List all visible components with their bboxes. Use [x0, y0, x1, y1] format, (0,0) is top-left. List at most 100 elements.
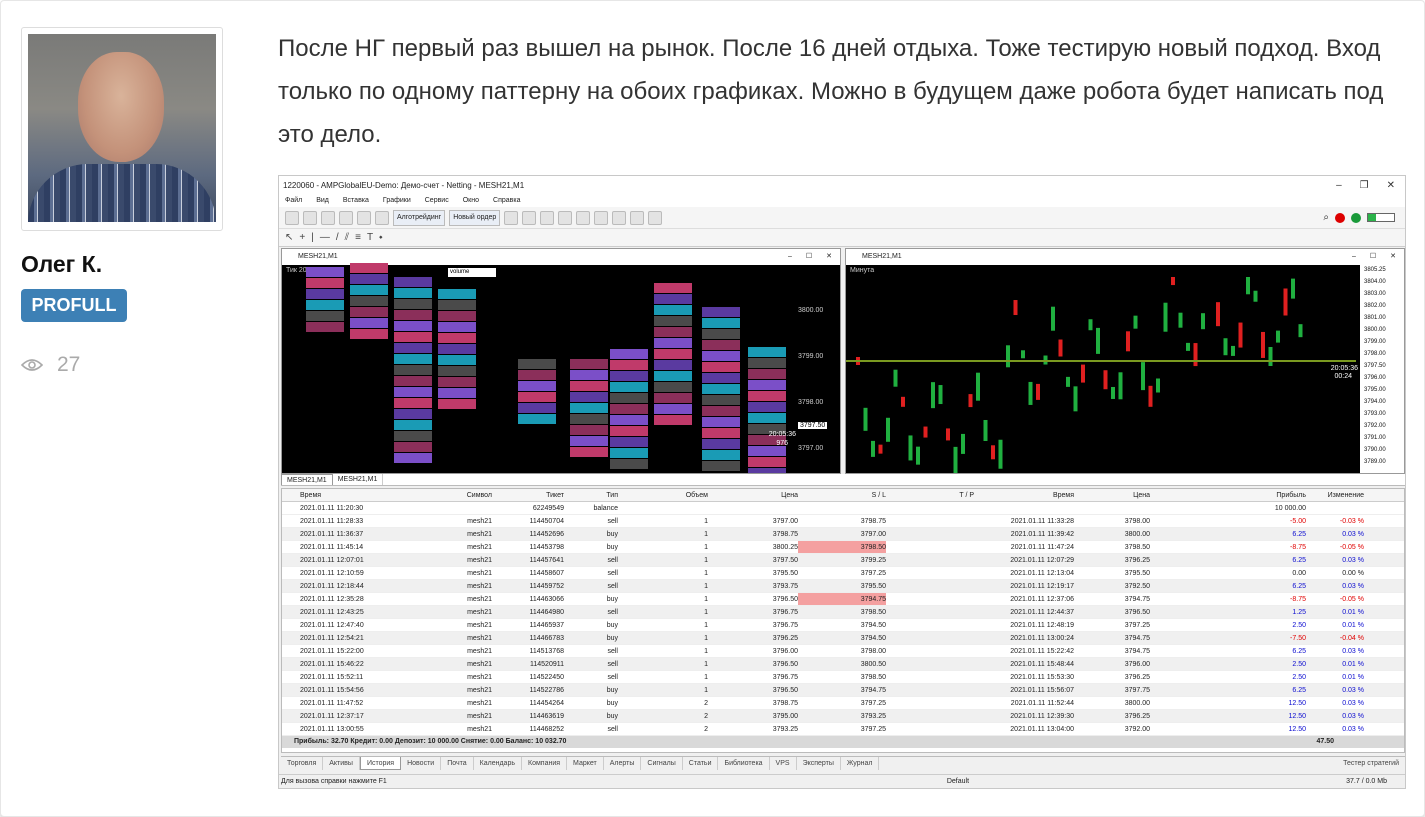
tab-library[interactable]: Библиотека — [718, 757, 770, 770]
volume-select[interactable]: volume — [448, 268, 496, 277]
table-row[interactable]: 2021.01.11 12:37:17 mesh21 114463619 buy 2 37… — [282, 710, 1404, 723]
tab-news[interactable]: Новости — [401, 757, 442, 770]
menu-service[interactable]: Сервис — [425, 194, 449, 207]
chart-tab[interactable]: MESH21,M1 — [333, 474, 384, 485]
bars-icon[interactable] — [504, 210, 519, 225]
crosshair-icon[interactable]: + — [299, 232, 305, 243]
col-price[interactable]: Цена — [708, 489, 798, 501]
vline-icon[interactable]: | — [311, 232, 314, 243]
chart-tab[interactable]: MESH21,M1 — [281, 474, 333, 485]
table-row[interactable]: 2021.01.11 15:46:22 mesh21 114520911 sell 1 3… — [282, 658, 1404, 671]
menu-help[interactable]: Справка — [493, 194, 520, 207]
tab-assets[interactable]: Активы — [323, 757, 360, 770]
table-row[interactable]: 2021.01.11 12:18:44 mesh21 114459752 sell 1 3… — [282, 580, 1404, 593]
template-icon[interactable] — [648, 210, 663, 225]
maximize-icon[interactable]: ☐ — [806, 249, 812, 265]
cursor-icon[interactable]: ↖ — [285, 232, 293, 243]
minimize-icon[interactable]: – — [1352, 249, 1356, 265]
tab-alerts[interactable]: Алерты — [604, 757, 642, 770]
table-row[interactable]: 2021.01.11 15:22:00 mesh21 114513768 sell 1 3… — [282, 645, 1404, 658]
col-time[interactable]: Время — [282, 489, 392, 501]
line-icon[interactable] — [540, 210, 555, 225]
table-row[interactable]: 2021.01.11 12:47:40 mesh21 114465937 buy 1 37… — [282, 619, 1404, 632]
col-symbol[interactable]: Символ — [392, 489, 492, 501]
grid-icon[interactable] — [594, 210, 609, 225]
table-row[interactable]: 2021.01.11 15:54:56 mesh21 114522786 buy 1 37… — [282, 684, 1404, 697]
table-row[interactable]: 2021.01.11 11:36:37 mesh21 114452696 buy 1 37… — [282, 528, 1404, 541]
avatar-frame[interactable] — [21, 27, 223, 231]
signals-icon[interactable] — [375, 210, 389, 225]
menu-view[interactable]: Вид — [316, 194, 329, 207]
col-ticket[interactable]: Тикет — [492, 489, 564, 501]
navigator-icon[interactable] — [357, 210, 371, 225]
table-row[interactable]: 2021.01.11 12:43:25 mesh21 114464980 sell 1 3… — [282, 606, 1404, 619]
avatar[interactable] — [28, 34, 216, 222]
shift-icon[interactable] — [630, 210, 645, 225]
minimize-icon[interactable]: – — [788, 249, 792, 265]
chart-left[interactable]: MESH21,M1– ☐ ✕ Тик 2000 volume 3800.00 379… — [281, 248, 841, 474]
cell: -5.00 — [1290, 518, 1306, 525]
table-row[interactable]: 2021.01.11 12:07:01 mesh21 114457641 sell 1 3… — [282, 554, 1404, 567]
new-chart-icon[interactable] — [285, 210, 299, 225]
text-icon[interactable]: T — [367, 232, 373, 243]
tab-signals[interactable]: Сигналы — [641, 757, 683, 770]
channel-icon[interactable]: ⫽ — [345, 232, 349, 243]
table-row[interactable]: 2021.01.11 15:52:11 mesh21 114522450 sell 1 3… — [282, 671, 1404, 684]
tab-vps[interactable]: VPS — [770, 757, 797, 770]
cell: 0.03 % — [1342, 583, 1364, 590]
col-tp[interactable]: T / P — [886, 489, 974, 501]
tab-journal[interactable]: Журнал — [841, 757, 880, 770]
strategy-tester-button[interactable]: Тестер стратегий — [1337, 757, 1405, 770]
table-row-balance[interactable]: 2021.01.11 11:20:30 62249549 balance 10 … — [282, 502, 1404, 515]
hline-icon[interactable]: — — [320, 232, 330, 243]
table-row[interactable]: 2021.01.11 12:10:59 mesh21 114458607 sell 1 3… — [282, 567, 1404, 580]
col-sl[interactable]: S / L — [798, 489, 886, 501]
close-icon[interactable]: ✕ — [1390, 249, 1396, 265]
fibo-icon[interactable]: ≡ — [355, 232, 361, 243]
username[interactable]: Олег К. — [21, 251, 102, 278]
algotrading-button[interactable]: Алготрейдинг — [393, 209, 446, 226]
col-type[interactable]: Тип — [564, 489, 618, 501]
folder-icon[interactable] — [321, 210, 335, 225]
autoscroll-icon[interactable] — [612, 210, 627, 225]
tab-calendar[interactable]: Календарь — [474, 757, 522, 770]
col-profit[interactable]: Прибыль — [1150, 489, 1306, 501]
tab-trade[interactable]: Торговля — [281, 757, 324, 770]
trendline-icon[interactable]: / — [336, 232, 339, 243]
table-row[interactable]: 2021.01.11 12:35:28 mesh21 114463066 buy 1 37… — [282, 593, 1404, 606]
restore-icon[interactable]: ❐ — [1360, 180, 1369, 191]
market-icon[interactable] — [339, 210, 353, 225]
minimize-icon[interactable]: – — [1336, 180, 1342, 191]
col-change[interactable]: Изменение — [1306, 489, 1368, 501]
maximize-icon[interactable]: ☐ — [1370, 249, 1376, 265]
tab-experts[interactable]: Эксперты — [797, 757, 841, 770]
menu-window[interactable]: Окно — [463, 194, 479, 207]
zoom-in-icon[interactable] — [558, 210, 573, 225]
candles-icon[interactable] — [522, 210, 537, 225]
tab-history[interactable]: История — [359, 757, 402, 770]
table-row[interactable]: 2021.01.11 11:45:14 mesh21 114453798 buy 1 38… — [282, 541, 1404, 554]
chart-right[interactable]: MESH21,M1 – ☐ ✕ Минута 3805.25 3804.00 3803.0… — [845, 248, 1405, 474]
menu-charts[interactable]: Графики — [383, 194, 411, 207]
table-row[interactable]: 2021.01.11 11:28:33 mesh21 114450704 sell 1 3… — [282, 515, 1404, 528]
search-icon[interactable]: ⌕ — [1323, 212, 1329, 223]
menu-file[interactable]: Файл — [285, 194, 302, 207]
col-volume[interactable]: Объем — [618, 489, 708, 501]
tab-market[interactable]: Маркет — [567, 757, 604, 770]
new-order-button[interactable]: Новый ордер — [449, 209, 501, 226]
alert-icon[interactable] — [1335, 212, 1345, 223]
table-row[interactable]: 2021.01.11 13:00:55 mesh21 114468252 sell 2 3… — [282, 723, 1404, 736]
tab-mail[interactable]: Почта — [441, 757, 474, 770]
close-icon[interactable]: ✕ — [826, 249, 832, 265]
menu-insert[interactable]: Вставка — [343, 194, 369, 207]
tab-company[interactable]: Компания — [522, 757, 568, 770]
profiles-icon[interactable] — [303, 210, 317, 225]
shapes-icon[interactable]: ⬩ — [379, 232, 383, 243]
close-icon[interactable]: ✕ — [1387, 180, 1395, 191]
col-close-time[interactable]: Время — [974, 489, 1074, 501]
zoom-out-icon[interactable] — [576, 210, 591, 225]
table-row[interactable]: 2021.01.11 11:47:52 mesh21 114454264 buy 2 37… — [282, 697, 1404, 710]
col-close-price[interactable]: Цена — [1074, 489, 1150, 501]
table-row[interactable]: 2021.01.11 12:54:21 mesh21 114466783 buy 1 37… — [282, 632, 1404, 645]
tab-articles[interactable]: Статьи — [683, 757, 719, 770]
